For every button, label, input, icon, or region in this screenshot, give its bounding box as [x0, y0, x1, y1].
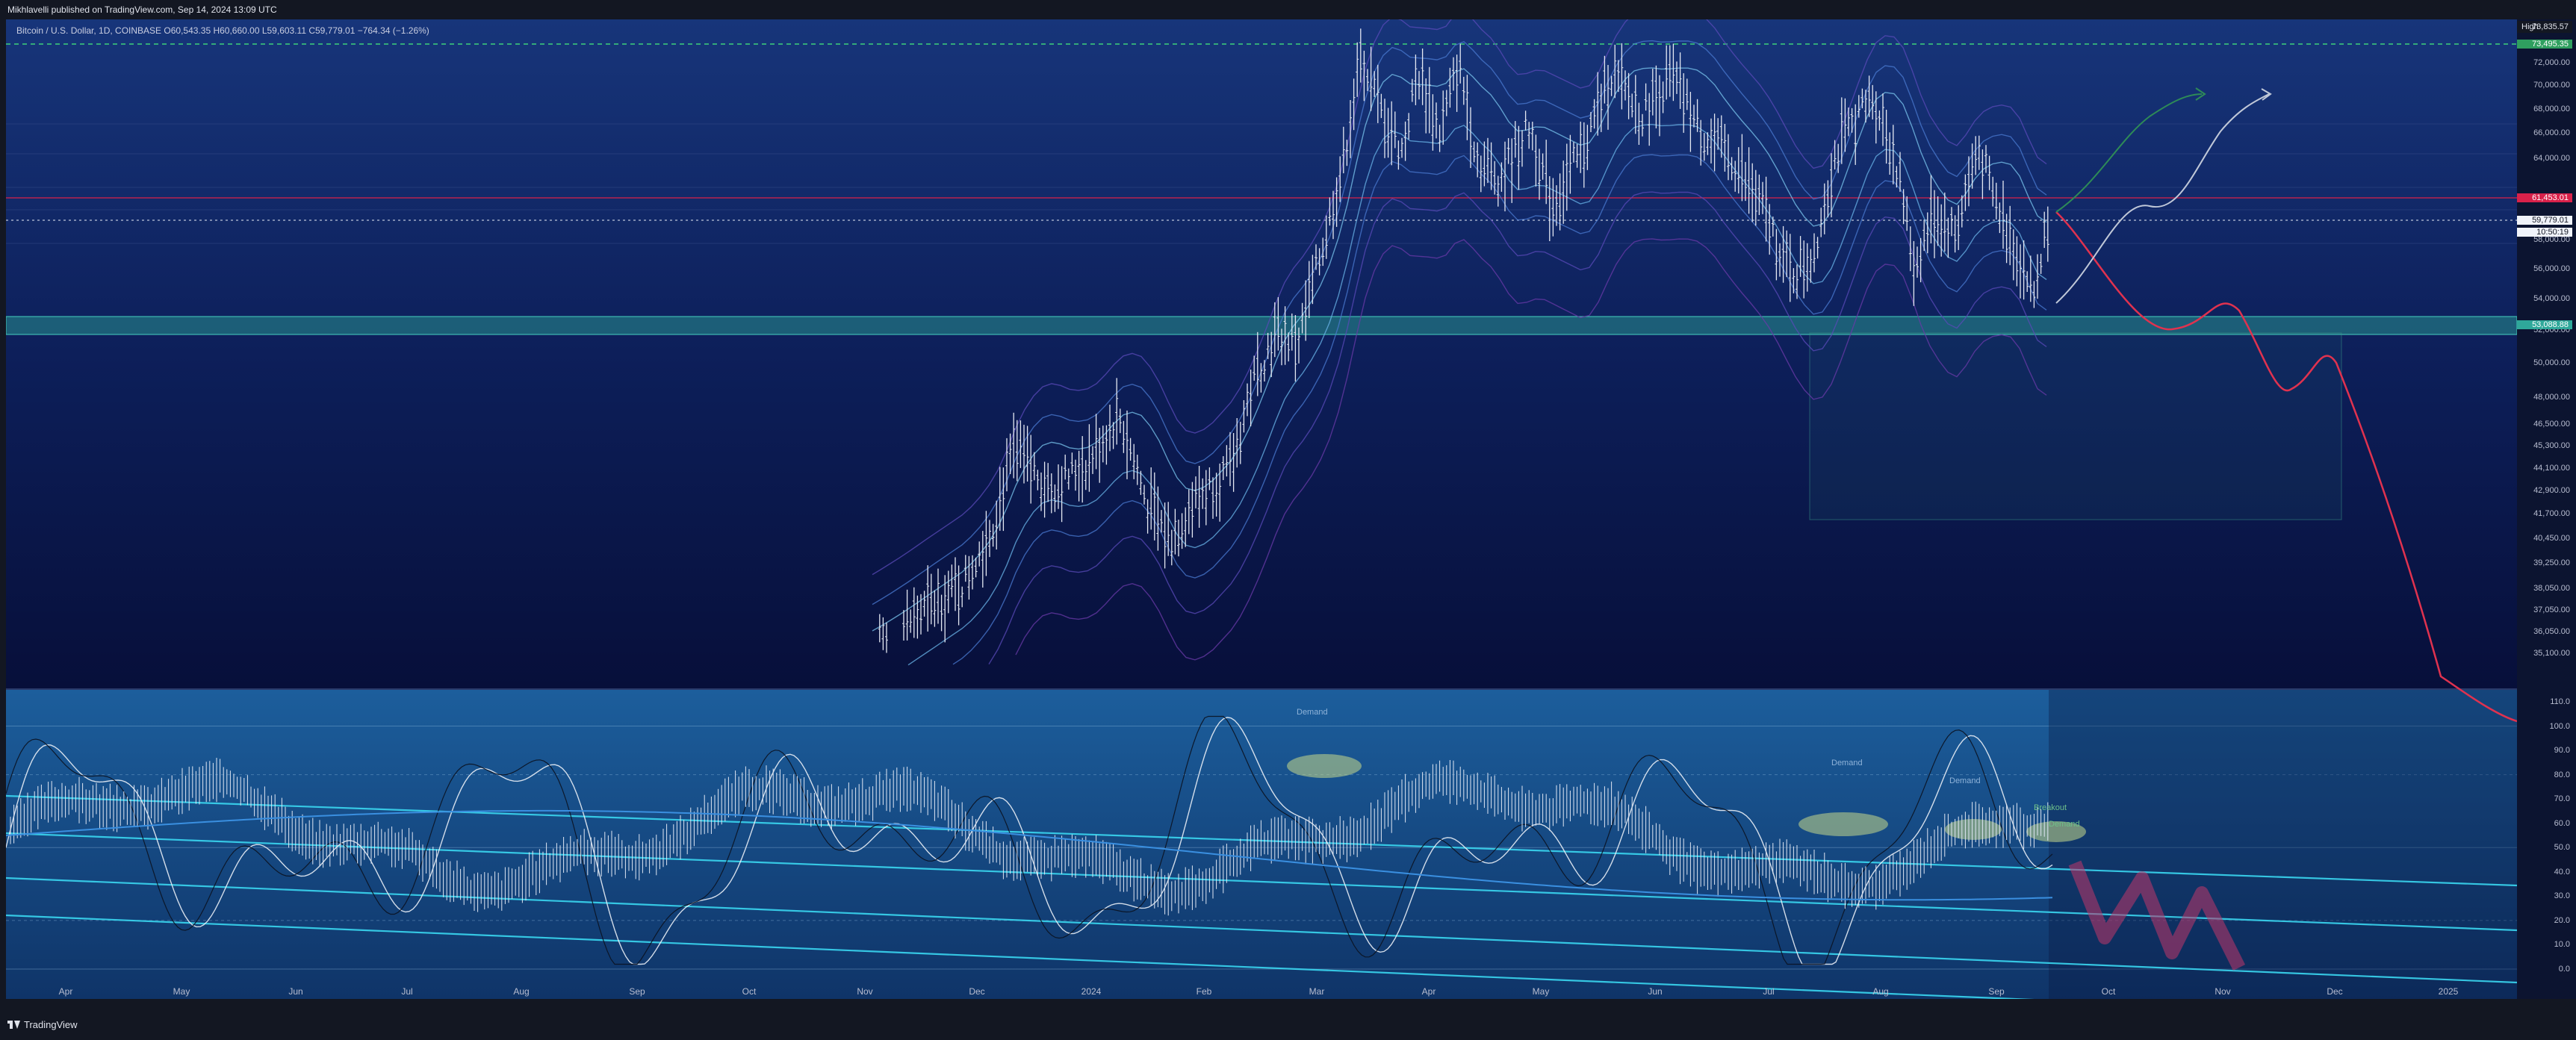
oscillator-tick-label: 20.0	[2554, 915, 2570, 925]
red-level-tag: 61,453.01	[2517, 193, 2572, 202]
time-axis-label: Aug	[513, 986, 530, 997]
time-axis-label: Nov	[2215, 986, 2231, 997]
oscillator-tick-label: 50.0	[2554, 843, 2570, 853]
price-tick-label: 38,050.00	[2533, 584, 2570, 593]
time-axis-label: Sep	[1988, 986, 2005, 997]
demand-label-2: Demand	[1831, 759, 1863, 767]
time-axis-label: Apr	[1421, 986, 1436, 997]
breakout-label: Breakout	[2034, 803, 2067, 812]
oscillator-tick-label: 60.0	[2554, 818, 2570, 828]
price-tick-label: 54,000.00	[2533, 294, 2570, 303]
oscillator-tick-label: 100.0	[2549, 721, 2570, 731]
time-axis-label: Dec	[2327, 986, 2343, 997]
top-price-tag: 73,495.35	[2517, 40, 2572, 49]
time-axis-label: Feb	[1196, 986, 1212, 997]
demand-label-3: Demand	[1949, 776, 1981, 785]
last-price-tag: 59,779.01	[2517, 216, 2572, 225]
price-tick-label: 50,000.00	[2533, 358, 2570, 367]
price-tick-label: 48,000.00	[2533, 393, 2570, 402]
time-axis-label: 2024	[1081, 986, 1102, 997]
future-region	[2049, 690, 2517, 999]
time-axis[interactable]: Apr May Jun Jul Aug Sep Oct Nov Dec 2024 Feb Mar Apr…	[6, 984, 2517, 999]
time-axis-label: 2025	[2438, 986, 2459, 997]
demand-highlight	[1287, 754, 1362, 778]
oscillator-tick-label: 0.0	[2558, 965, 2570, 974]
demand-highlight	[1798, 812, 1888, 836]
time-axis-label: Jul	[401, 986, 413, 997]
high-marker: High 73,835.57	[2517, 21, 2572, 33]
chart-canvas[interactable]: Bitcoin / U.S. Dollar, 1D, COINBASE O60,…	[6, 19, 2517, 999]
time-axis-label: Aug	[1872, 986, 1889, 997]
oscillator-tick-label: 80.0	[2554, 770, 2570, 779]
time-axis-label: Sep	[629, 986, 645, 997]
price-tick-label: 35,100.00	[2533, 649, 2570, 658]
price-tick-label: 46,500.00	[2533, 420, 2570, 429]
tradingview-logo[interactable]: TradingView	[7, 1019, 78, 1030]
demand-label-1: Demand	[1297, 708, 1328, 717]
publish-line: Mikhlavelli published on TradingView.com…	[7, 4, 277, 15]
time-axis-label: Jun	[1648, 986, 1663, 997]
footer: TradingView	[0, 1010, 2576, 1040]
bar-countdown: 10:50:19	[2517, 228, 2572, 237]
oscillator-tick-label: 110.0	[2550, 697, 2570, 706]
time-axis-label: Oct	[742, 986, 757, 997]
symbol-info: Bitcoin / U.S. Dollar, 1D, COINBASE O60,…	[16, 25, 429, 36]
time-axis-label: May	[1532, 986, 1550, 997]
high-value: 73,835.57	[2532, 22, 2569, 31]
time-axis-label: Nov	[857, 986, 873, 997]
price-tick-label: 37,050.00	[2533, 605, 2570, 614]
brand-name: TradingView	[24, 1019, 78, 1030]
price-tick-label: 40,450.00	[2533, 534, 2570, 543]
time-axis-label: Jul	[1763, 986, 1775, 997]
price-tick-label: 70,000.00	[2533, 81, 2570, 90]
price-axis[interactable]: High 73,835.57 72,000.00 70,000.00 68,000.…	[2517, 19, 2576, 999]
price-tick-label: 66,000.00	[2533, 128, 2570, 137]
price-tick-label: 44,100.00	[2533, 464, 2570, 473]
time-axis-label: Mar	[1309, 986, 1325, 997]
oscillator-tick-label: 90.0	[2554, 746, 2570, 756]
chart-svg	[6, 19, 2517, 999]
oscillator-tick-label: 30.0	[2554, 891, 2570, 901]
time-axis-label: May	[173, 986, 190, 997]
projection-box	[1809, 332, 2342, 520]
time-axis-label: Jun	[288, 986, 303, 997]
price-tick-label: 56,000.00	[2533, 264, 2570, 273]
zone-price-tag: 53,088.88	[2517, 320, 2572, 329]
price-tick-label: 45,300.00	[2533, 441, 2570, 450]
price-tick-label: 42,900.00	[2533, 486, 2570, 495]
tradingview-icon	[7, 1021, 20, 1029]
time-axis-label: Oct	[2101, 986, 2116, 997]
publish-header: Mikhlavelli published on TradingView.com…	[0, 0, 2576, 19]
oscillator-tick-label: 10.0	[2554, 940, 2570, 950]
demand-zone	[6, 316, 2517, 335]
price-tick-label: 72,000.00	[2533, 58, 2570, 67]
oscillator-tick-label: 40.0	[2554, 867, 2570, 876]
price-tick-label: 64,000.00	[2533, 154, 2570, 163]
time-axis-label: Apr	[58, 986, 73, 997]
price-tick-label: 68,000.00	[2533, 105, 2570, 113]
demand-label-4: Demand	[2049, 820, 2080, 829]
price-tick-label: 36,050.00	[2533, 627, 2570, 636]
oscillator-tick-label: 70.0	[2554, 794, 2570, 804]
price-tick-label: 39,250.00	[2533, 558, 2570, 567]
time-axis-label: Dec	[969, 986, 985, 997]
price-tick-label: 41,700.00	[2533, 509, 2570, 518]
